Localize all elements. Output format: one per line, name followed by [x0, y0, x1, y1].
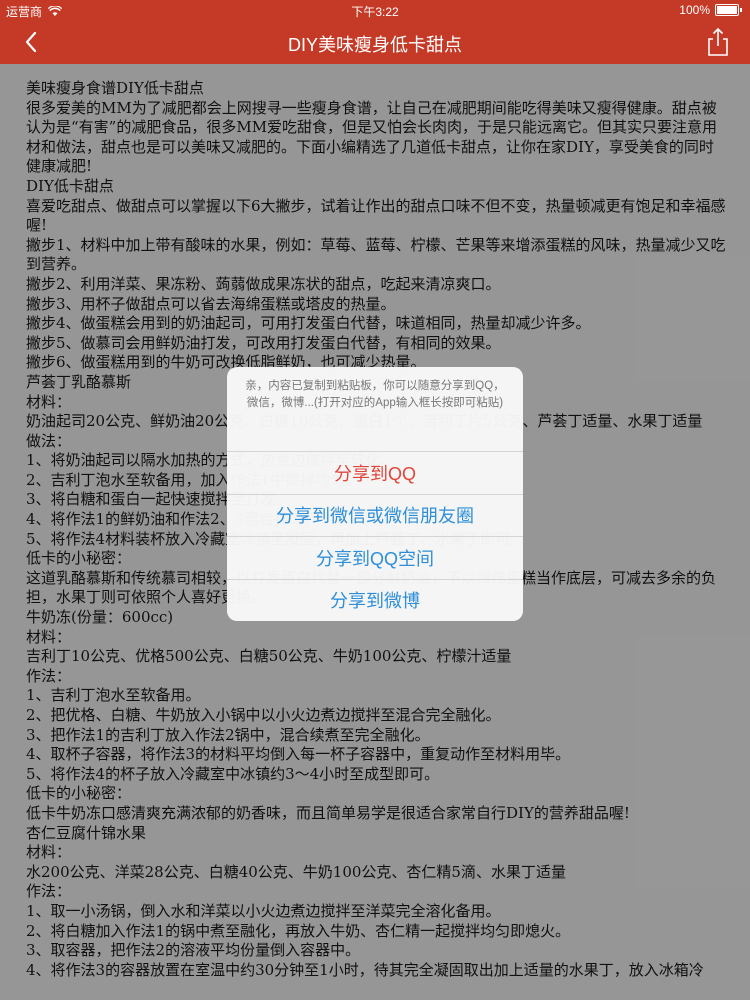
battery-icon [715, 4, 739, 16]
share-dialog: 亲，内容已复制到粘贴板，你可以随意分享到QQ，微信，微博...(打开对应的App… [227, 367, 523, 621]
share-qzone-button[interactable]: 分享到QQ空间 [227, 536, 523, 579]
nav-bar: DIY美味瘦身低卡甜点 [0, 20, 750, 64]
share-button[interactable] [704, 26, 732, 58]
status-bar: 运营商 下午3:22 100% [0, 0, 750, 20]
battery-tip [740, 8, 742, 12]
battery-percent: 100% [679, 3, 710, 17]
share-wechat-button[interactable]: 分享到微信或微信朋友圈 [227, 493, 523, 537]
share-icon [708, 27, 728, 56]
share-weibo-button[interactable]: 分享到微博 [227, 578, 523, 622]
page-title: DIY美味瘦身低卡甜点 [287, 35, 462, 55]
dialog-message: 亲，内容已复制到粘贴板，你可以随意分享到QQ，微信，微博...(打开对应的App… [245, 380, 505, 409]
share-qq-button[interactable]: 分享到QQ [227, 451, 523, 494]
status-time: 下午3:22 [351, 5, 399, 19]
